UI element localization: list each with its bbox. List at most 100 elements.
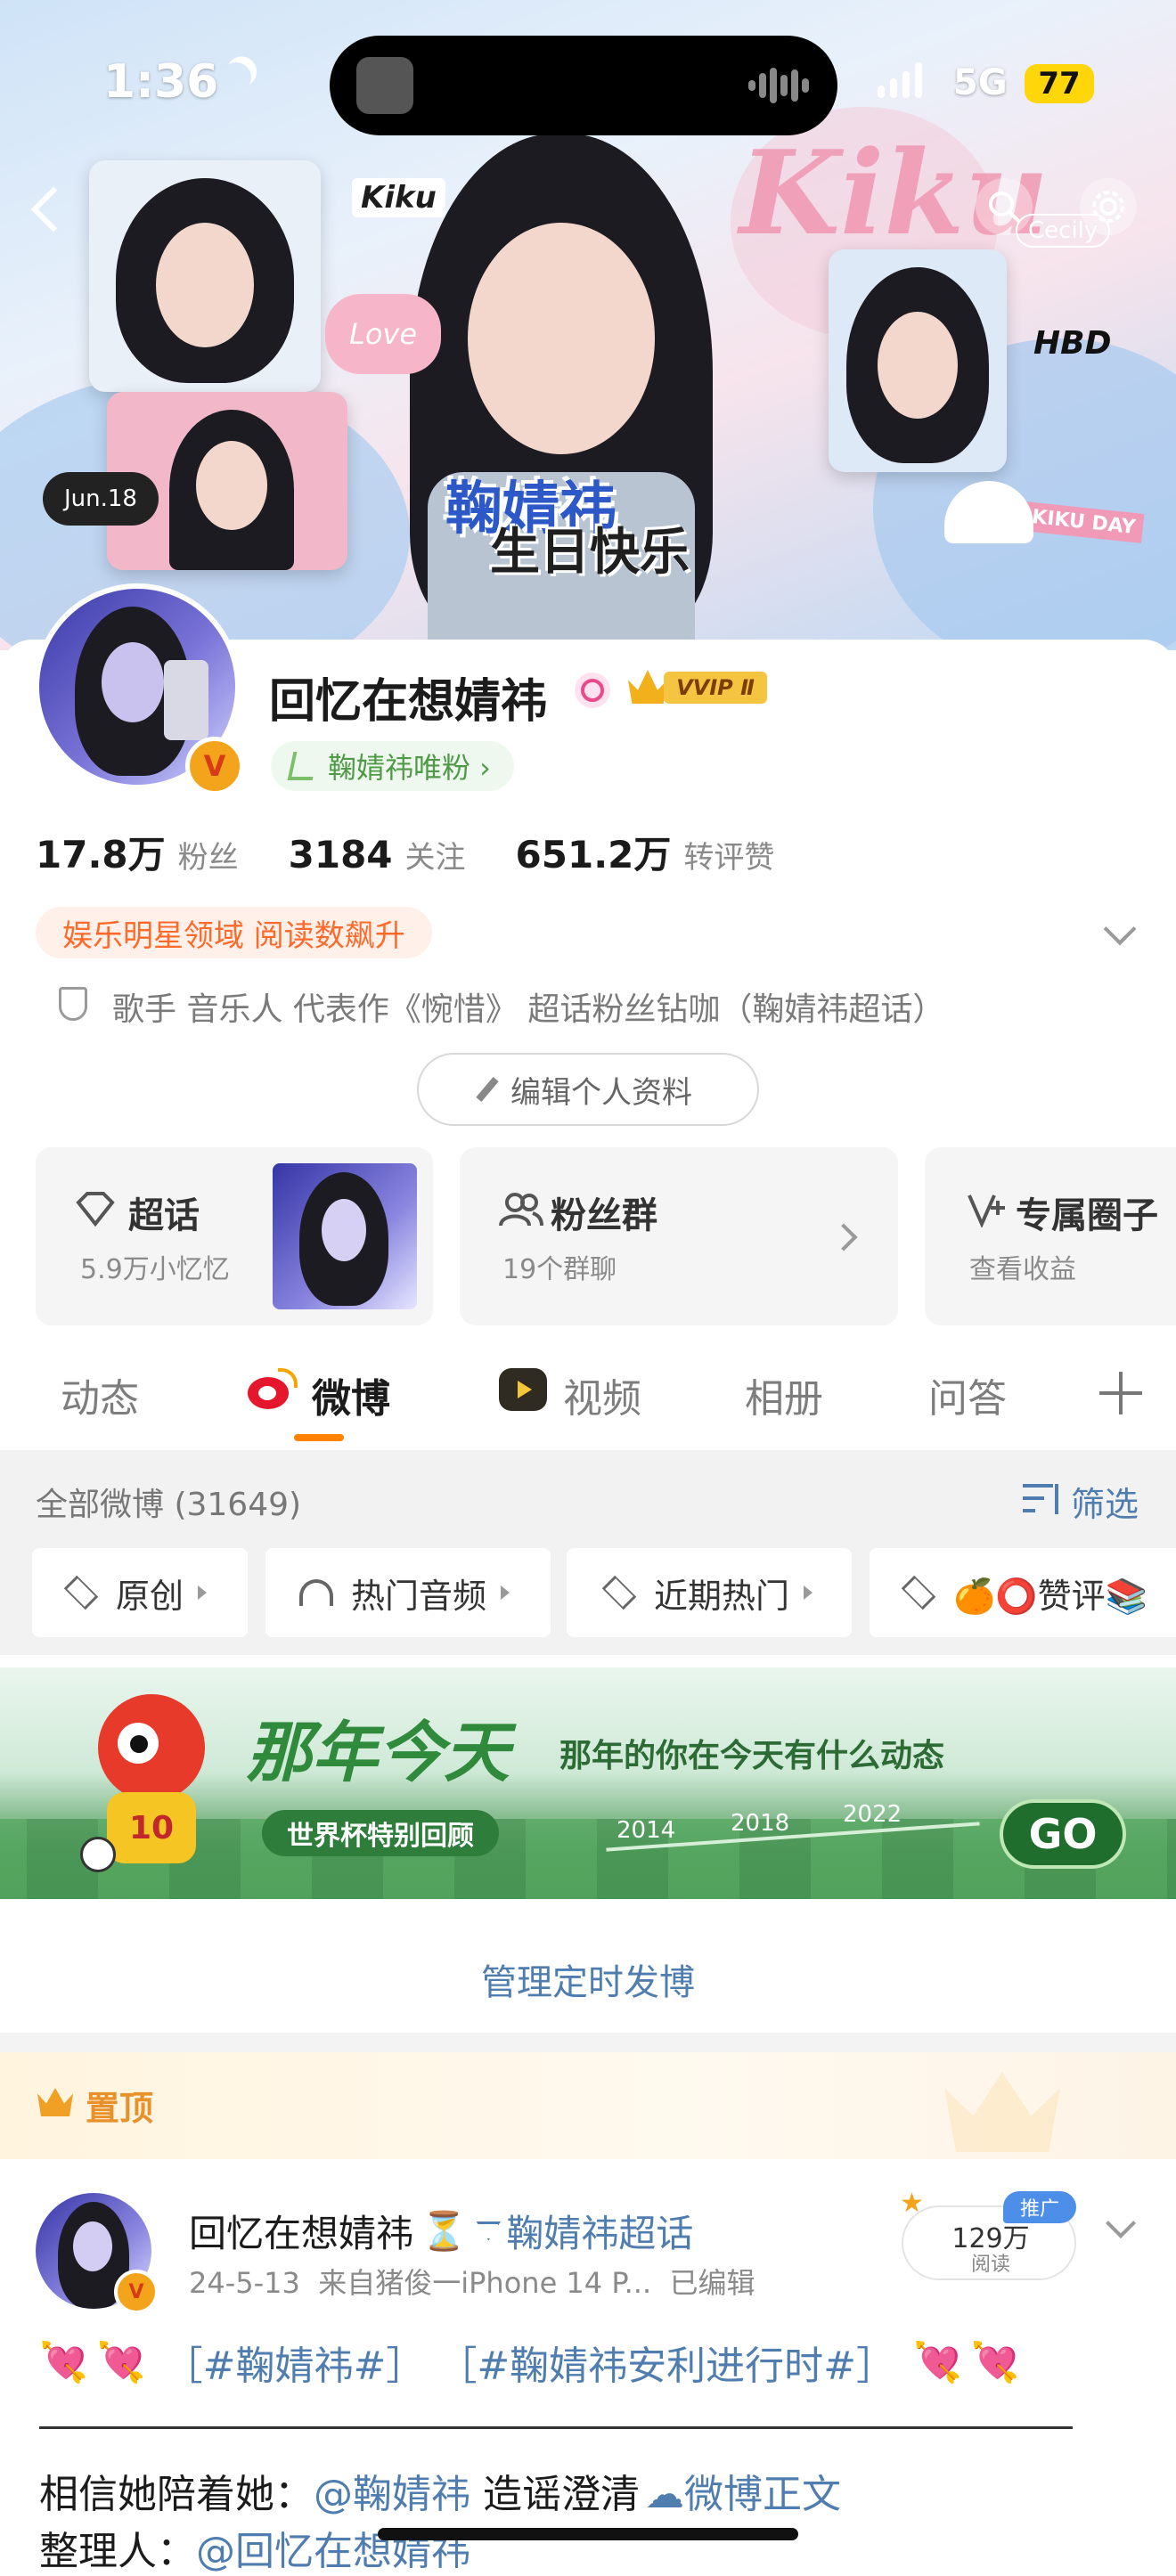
stat-label: 转评赞 — [683, 840, 775, 876]
sprout-icon — [287, 752, 319, 780]
layers-icon — [63, 1575, 99, 1610]
supertopic-thumbnail — [273, 1163, 417, 1309]
caret-right-icon — [198, 1586, 208, 1600]
back-button[interactable] — [27, 178, 80, 240]
hourglass-icon: ⏳ — [421, 2208, 468, 2253]
battery-indicator: 77 — [1025, 64, 1094, 103]
post-author-row: 回忆在想婧祎 ⏳ 鞠婧祎超话 — [189, 2204, 693, 2258]
tile-exclusive-circle[interactable]: 专属圈子 查看收益 — [925, 1147, 1176, 1325]
video-icon — [499, 1368, 547, 1411]
dynamic-island — [330, 36, 837, 135]
vip-badge[interactable]: VVIP Ⅱ — [628, 666, 769, 707]
bio-text: 歌手 音乐人 代表作《惋惜》 超话粉丝钻咖（鞠婧祎超话） — [112, 991, 945, 1028]
tile-title: 超话 — [128, 1195, 200, 1236]
now-playing-thumb — [356, 57, 413, 114]
stat-followers[interactable]: 17.8万 粉丝 — [36, 825, 239, 879]
lollipop-badge-icon[interactable] — [575, 673, 610, 708]
filter-icon — [1023, 1482, 1062, 1514]
promo-title: 那年今天 — [246, 1715, 510, 1791]
diamond-icon — [76, 1192, 115, 1227]
settings-button[interactable] — [1080, 178, 1137, 235]
crown-icon — [37, 2088, 73, 2116]
verified-badge-icon: V — [114, 2270, 159, 2314]
cover-banner[interactable]: 鞠婧祎 生日快乐 Kiku Love Jun.18 HBD KIKU DAY K… — [0, 0, 1176, 650]
chip-custom[interactable]: 🍊⭕赞评📚 — [870, 1548, 1176, 1637]
stat-label: 关注 — [404, 840, 466, 876]
fan-tag[interactable]: 鞠婧祎唯粉 › — [271, 741, 514, 791]
tile-subtitle: 查看收益 — [969, 1254, 1076, 1285]
post-weibo-link[interactable]: 微博正文 — [684, 2472, 841, 2517]
jersey-number: 10 — [107, 1792, 196, 1863]
tab-album[interactable]: 相册 — [745, 1366, 823, 1423]
post-text: 造谣澄清 — [470, 2472, 640, 2517]
headphones-icon — [299, 1579, 333, 1606]
sticker-hbd: HBD — [1033, 325, 1112, 362]
promo-badge: 世界杯特别回顾 — [262, 1810, 499, 1856]
layers-icon — [601, 1575, 637, 1610]
chip-recent-hot[interactable]: 近期热门 — [567, 1548, 852, 1637]
filter-button[interactable]: 筛选 — [1071, 1477, 1139, 1526]
read-count-label: 阅读 — [970, 2254, 1010, 2276]
stat-interactions[interactable]: 651.2万 转评赞 — [516, 825, 775, 879]
post-mention-link[interactable]: @鞠婧祎 — [314, 2472, 470, 2517]
fan-tag-label: 鞠婧祎唯粉 › — [328, 751, 491, 785]
search-icon — [989, 192, 1020, 223]
stat-value: 651.2万 — [515, 833, 672, 876]
honor-tag[interactable]: 娱乐明星领域 阅读数飙升 — [36, 907, 432, 958]
tile-supertopic[interactable]: 超话 5.9万小忆忆 — [36, 1147, 433, 1325]
search-button[interactable] — [976, 178, 1033, 235]
tab-video[interactable]: 视频 — [563, 1366, 641, 1423]
banner-photo-right — [829, 249, 1007, 472]
network-type: 5G — [953, 62, 1008, 103]
tile-fan-group[interactable]: 粉丝群 19个群聊 — [460, 1147, 898, 1325]
soccer-ball-icon — [80, 1837, 116, 1872]
stat-following[interactable]: 3184 关注 — [289, 833, 466, 876]
audio-waveform-icon — [748, 68, 811, 103]
chip-label: 原创 — [116, 1576, 184, 1616]
layers-icon — [901, 1575, 936, 1610]
chip-label: 🍊⭕赞评📚 — [953, 1576, 1147, 1616]
post-author-name[interactable]: 回忆在想婧祎 — [189, 2204, 413, 2258]
tab-weibo[interactable]: 微博 — [312, 1366, 390, 1423]
avatar[interactable]: V — [34, 583, 244, 795]
gear-icon — [1092, 191, 1124, 223]
group-icon — [499, 1193, 543, 1227]
post-count-label: 全部微博 (31649) — [36, 1487, 302, 1523]
banner-photo-left — [89, 160, 321, 392]
crown-watermark-icon — [944, 2072, 1060, 2152]
tab-qa[interactable]: 问答 — [928, 1366, 1007, 1423]
promo-year: 2018 — [731, 1810, 790, 1837]
section-divider — [0, 2033, 1176, 2052]
post-text: 整理人： — [39, 2529, 196, 2574]
stat-label: 粉丝 — [177, 840, 239, 876]
heart-arrow-icon: 💘 — [970, 2340, 1020, 2385]
chip-label: 热门音频 — [351, 1576, 487, 1616]
mascot-icon: 10 — [80, 1694, 214, 1881]
chevron-right-icon — [829, 1223, 858, 1251]
promo-subtitle: 那年的你在今天有什么动态 — [559, 1738, 945, 1774]
honor-tag-label: 娱乐明星领域 阅读数飙升 — [62, 917, 405, 954]
edit-profile-button[interactable]: 编辑个人资料 — [417, 1053, 759, 1126]
chip-hot-audio[interactable]: 热门音频 — [265, 1548, 551, 1637]
post-divider-line — [39, 2426, 1073, 2429]
status-time: 1:36 — [103, 55, 219, 109]
tile-title: 粉丝群 — [551, 1195, 657, 1236]
post-hashtags[interactable]: ［#鞠婧祎#］ ［#鞠婧祎安利进行时#］ — [164, 2334, 895, 2391]
post-line-1: 💘 💘 ［#鞠婧祎#］ ［#鞠婧祎安利进行时#］ 💘 💘 — [39, 2334, 1020, 2391]
chevron-left-icon — [30, 186, 77, 232]
add-tab-button[interactable] — [1099, 1372, 1142, 1414]
chip-original[interactable]: 原创 — [32, 1548, 248, 1637]
heart-arrow-icon: 💘 — [96, 2340, 146, 2385]
stat-value: 17.8万 — [36, 833, 166, 876]
crown-icon — [628, 670, 667, 704]
edit-profile-label: 编辑个人资料 — [510, 1074, 692, 1111]
stats-row: 17.8万 粉丝 3184 关注 651.2万 转评赞 — [36, 825, 774, 879]
pencil-icon — [476, 1076, 499, 1103]
promo-banner[interactable]: 10 那年今天 那年的你在今天有什么动态 世界杯特别回顾 2014 2018 2… — [0, 1667, 1176, 1899]
tab-feed[interactable]: 动态 — [61, 1366, 139, 1423]
post-topic-link[interactable]: 鞠婧祎超话 — [506, 2204, 693, 2258]
manage-scheduled-button[interactable]: 管理定时发博 — [0, 1926, 1176, 2033]
v-plus-icon — [968, 1194, 1005, 1227]
moon-icon — [216, 58, 256, 97]
promo-go-button[interactable]: GO — [1000, 1799, 1126, 1869]
